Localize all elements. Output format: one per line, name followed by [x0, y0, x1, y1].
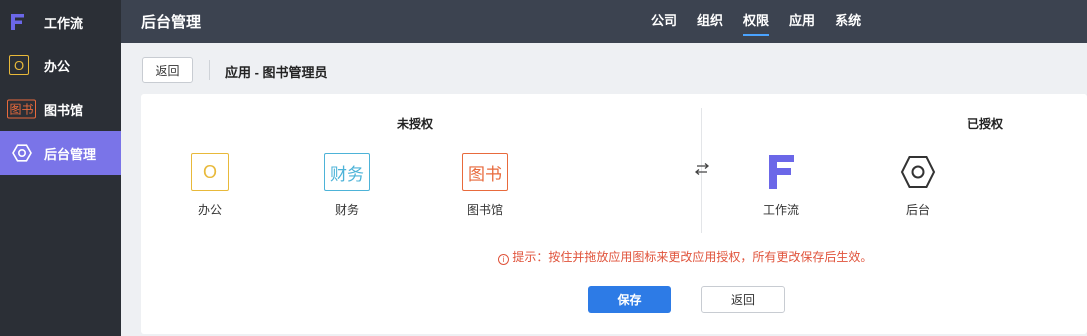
sidebar-item-library[interactable]: 图书 图书馆 [0, 87, 121, 131]
hexagon-settings-icon [12, 143, 32, 163]
breadcrumb-divider [209, 60, 210, 80]
sidebar-item-office[interactable]: O 办公 [0, 43, 121, 87]
sidebar-item-label: 图书馆 [44, 102, 84, 118]
office-icon-letter: O [202, 161, 217, 182]
sidebar-item-label: 办公 [44, 58, 71, 74]
app-label: 图书馆 [466, 203, 503, 217]
top-bar: 后台管理 公司 组织 权限 应用 系统 [121, 0, 1087, 43]
authorized-title: 已授权 [967, 117, 1004, 131]
sidebar-item-workflow[interactable]: 工作流 [0, 0, 121, 44]
breadcrumb: 应用 - 图书管理员 [225, 65, 328, 80]
app-label: 后台 [905, 203, 930, 217]
library-icon-text: 图书 [7, 99, 36, 119]
library-icon-text: 图书 [468, 164, 502, 184]
tab-company[interactable]: 公司 [651, 0, 677, 43]
office-icon: O [9, 55, 29, 75]
top-nav: 公司 组织 权限 应用 系统 [651, 0, 881, 43]
office-icon-letter: O [9, 55, 29, 75]
page-title: 后台管理 [141, 14, 202, 31]
workflow-f-icon [9, 13, 25, 31]
library-icon: 图书 [7, 99, 36, 119]
unauthorized-title: 未授权 [397, 117, 434, 131]
sidebar-item-admin[interactable]: 后台管理 [0, 131, 121, 175]
sidebar-item-label: 后台管理 [44, 146, 97, 162]
save-button[interactable]: 保存 [588, 286, 671, 313]
tab-applications[interactable]: 应用 [789, 0, 815, 43]
hint-message: 提示：按住并拖放应用图标来更改应用授权，所有更改保存后生效。 [512, 250, 873, 264]
info-icon: i [498, 254, 509, 265]
back-button[interactable]: 返回 [142, 57, 193, 83]
finance-icon-text: 财务 [330, 164, 364, 184]
app-label: 办公 [197, 203, 222, 217]
cancel-button[interactable]: 返回 [701, 286, 785, 313]
sidebar: 工作流 O 办公 图书 图书馆 后台管理 [0, 0, 121, 336]
app-workflow[interactable]: 工作流 [741, 153, 821, 218]
tab-permissions[interactable]: 权限 [743, 0, 770, 43]
library-icon: 图书 [462, 153, 508, 191]
app-admin[interactable]: 后台 [878, 153, 958, 218]
app-finance[interactable]: 财务 财务 [307, 153, 387, 218]
office-icon: O [191, 153, 229, 191]
swap-arrows-icon [694, 162, 710, 179]
sidebar-item-label: 工作流 [44, 15, 84, 31]
hexagon-settings-icon [899, 153, 937, 191]
workflow-f-icon [762, 153, 800, 191]
hint-text: i 提示：按住并拖放应用图标来更改应用授权，所有更改保存后生效。 [498, 248, 872, 265]
app-label: 财务 [334, 203, 359, 217]
app-library[interactable]: 图书 图书馆 [445, 153, 525, 218]
finance-icon: 财务 [324, 153, 370, 191]
permissions-card: 未授权 已授权 O 办公 财务 财务 图书 图书馆 工作流 后台 i 提示：按住… [141, 94, 1087, 334]
app-office[interactable]: O 办公 [170, 153, 250, 218]
app-label: 工作流 [762, 203, 799, 217]
tab-organization[interactable]: 组织 [697, 0, 723, 43]
tab-system[interactable]: 系统 [835, 0, 861, 43]
